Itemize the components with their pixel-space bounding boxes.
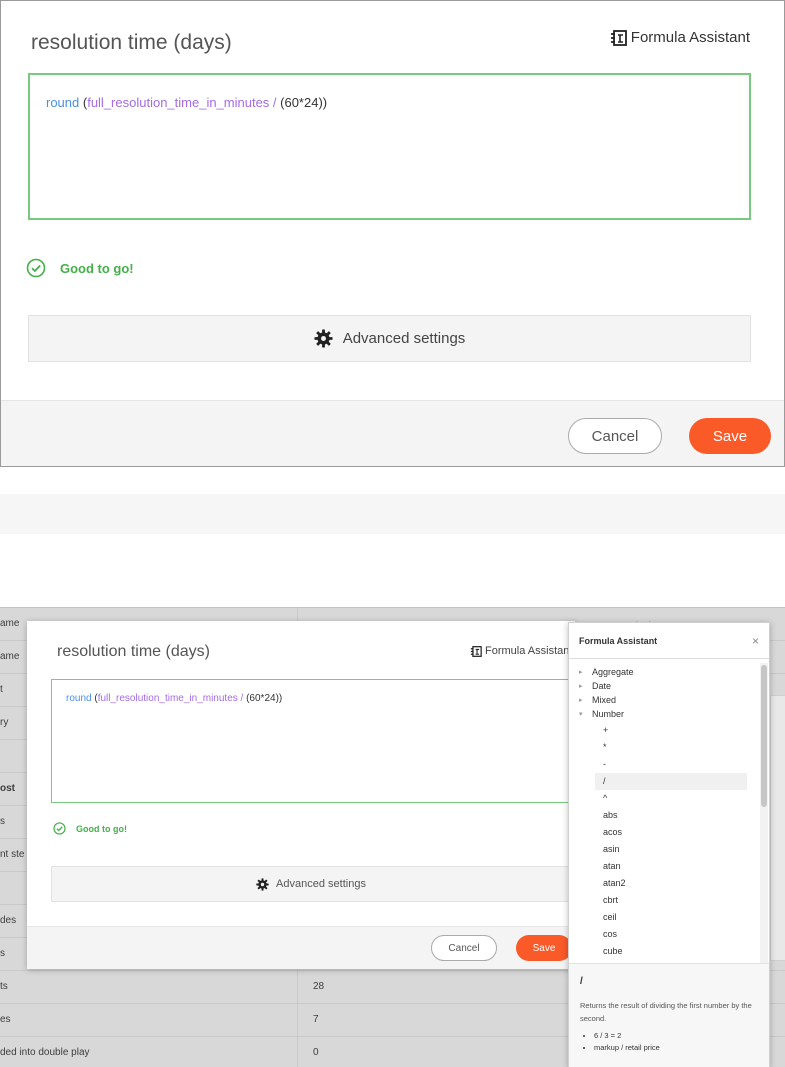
background-row-label: ts: [0, 971, 298, 1003]
mini-advanced-settings-label: Advanced settings: [276, 878, 366, 890]
category-mixed[interactable]: ▸ Mixed: [579, 695, 616, 705]
formula-field-token: full_resolution_time_in_minutes /: [87, 95, 277, 110]
formula-assistant-label: Formula Assistant: [630, 29, 750, 46]
function-item[interactable]: atan: [595, 858, 747, 875]
function-item[interactable]: -: [595, 756, 747, 773]
gear-icon: [314, 329, 333, 348]
function-item[interactable]: /: [595, 773, 747, 790]
mini-dialog-title: resolution time (days): [57, 643, 210, 660]
function-item[interactable]: cos: [595, 926, 747, 943]
function-example: markup / retail price: [594, 1042, 758, 1054]
function-description: / Returns the result of dividing the fir…: [569, 963, 769, 1067]
mini-check-circle-icon: [53, 822, 66, 835]
advanced-settings-label: Advanced settings: [342, 330, 466, 347]
background-row-value: 0: [313, 1047, 319, 1058]
mini-formula-dialog: resolution time (days) Formula Assistant…: [27, 621, 575, 969]
mini-formula-assistant-link[interactable]: Formula Assistant: [470, 645, 572, 657]
cancel-button[interactable]: Cancel: [568, 418, 662, 454]
category-label: Number: [592, 709, 625, 719]
category-label: Aggregate: [592, 667, 634, 677]
function-description-text: Returns the result of dividing the first…: [580, 1001, 752, 1023]
function-item[interactable]: cbrt: [595, 892, 747, 909]
category-label: Mixed: [592, 695, 617, 705]
formula-assistant-title: Formula Assistant: [579, 635, 658, 646]
formula-assistant-link[interactable]: Formula Assistant: [610, 29, 750, 46]
function-item[interactable]: atan2: [595, 875, 747, 892]
mini-formula-function-token: round: [66, 693, 92, 704]
formula-editor[interactable]: round (full_resolution_time_in_minutes /…: [28, 73, 751, 220]
mini-formula-assistant-label: Formula Assistant: [485, 645, 573, 657]
background-row-label: ded into double play: [0, 1037, 298, 1067]
formula-assistant-icon: [610, 29, 627, 46]
save-button[interactable]: Save: [689, 418, 771, 454]
function-item[interactable]: ^: [595, 790, 747, 807]
formula-dialog: resolution time (days) Formula Assistant…: [0, 0, 785, 467]
mini-formula-number-token: (60*24)): [243, 693, 283, 704]
validation-status: Good to go!: [26, 258, 134, 278]
function-item[interactable]: cube: [595, 943, 747, 960]
mini-save-button[interactable]: Save: [516, 935, 572, 961]
mini-validation-status-text: Good to go!: [76, 823, 127, 834]
validation-status-text: Good to go!: [60, 260, 134, 276]
function-item[interactable]: asin: [595, 841, 747, 858]
mini-validation-status: Good to go!: [53, 822, 127, 835]
function-item[interactable]: acos: [595, 824, 747, 841]
mini-formula-editor[interactable]: round (full_resolution_time_in_minutes /…: [51, 679, 571, 803]
mini-advanced-settings-button[interactable]: Advanced settings: [51, 866, 571, 902]
function-examples: 6 / 3 = 2markup / retail price: [580, 1030, 758, 1054]
dialog-title: resolution time (days): [31, 31, 232, 54]
section-divider: [0, 494, 785, 534]
function-tree: ▸ Aggregate ▸ Date ▸ Mixed ▾ Number + * - / ^ abs acos…: [569, 659, 759, 963]
function-item[interactable]: abs: [595, 807, 747, 824]
category-label: Date: [592, 681, 612, 691]
formula-assistant-header: Formula Assistant ×: [569, 623, 769, 659]
formula-paren-token: (: [79, 95, 88, 110]
mini-dialog-footer: Cancel Save: [27, 926, 575, 969]
function-item[interactable]: *: [595, 739, 747, 756]
background-row-label: es: [0, 1004, 298, 1036]
chevron-right-icon: ▸: [579, 683, 583, 690]
mini-formula-assistant-icon: [470, 645, 482, 657]
formula-number-token: (60*24)): [276, 95, 328, 110]
screenshot-root: resolution time (days) Formula Assistant…: [0, 0, 785, 1067]
mini-formula-field-token: full_resolution_time_in_minutes /: [97, 693, 244, 704]
chevron-down-icon: ▾: [579, 711, 583, 718]
category-number[interactable]: ▾ Number: [579, 709, 624, 719]
context-screenshot: ame ame t ry ost s nt ste des s ts 28 es 7 ded into d…: [0, 607, 785, 1067]
formula-assistant-panel: Formula Assistant × ▸ Aggregate ▸ Date ▸ Mixe…: [568, 622, 770, 1067]
background-row-value: 7: [313, 1014, 319, 1025]
check-circle-icon: [26, 258, 46, 278]
function-description-title: /: [580, 976, 583, 987]
category-aggregate[interactable]: ▸ Aggregate: [579, 667, 634, 677]
background-side-panel: [770, 695, 785, 961]
dialog-footer: Cancel Save: [1, 400, 784, 466]
chevron-right-icon: ▸: [579, 669, 583, 676]
function-example: 6 / 3 = 2: [594, 1030, 758, 1042]
chevron-right-icon: ▸: [579, 697, 583, 704]
mini-cancel-button[interactable]: Cancel: [431, 935, 497, 961]
function-item[interactable]: +: [595, 722, 747, 739]
function-item[interactable]: ceil: [595, 909, 747, 926]
close-icon[interactable]: ×: [752, 634, 759, 648]
scrollbar-thumb[interactable]: [761, 665, 767, 807]
advanced-settings-button[interactable]: Advanced settings: [28, 315, 751, 362]
background-row-value: 28: [313, 981, 325, 992]
formula-function-token: round: [46, 95, 80, 110]
function-tree-scrollbar[interactable]: [760, 663, 768, 963]
mini-gear-icon: [256, 877, 269, 891]
category-date[interactable]: ▸ Date: [579, 681, 611, 691]
